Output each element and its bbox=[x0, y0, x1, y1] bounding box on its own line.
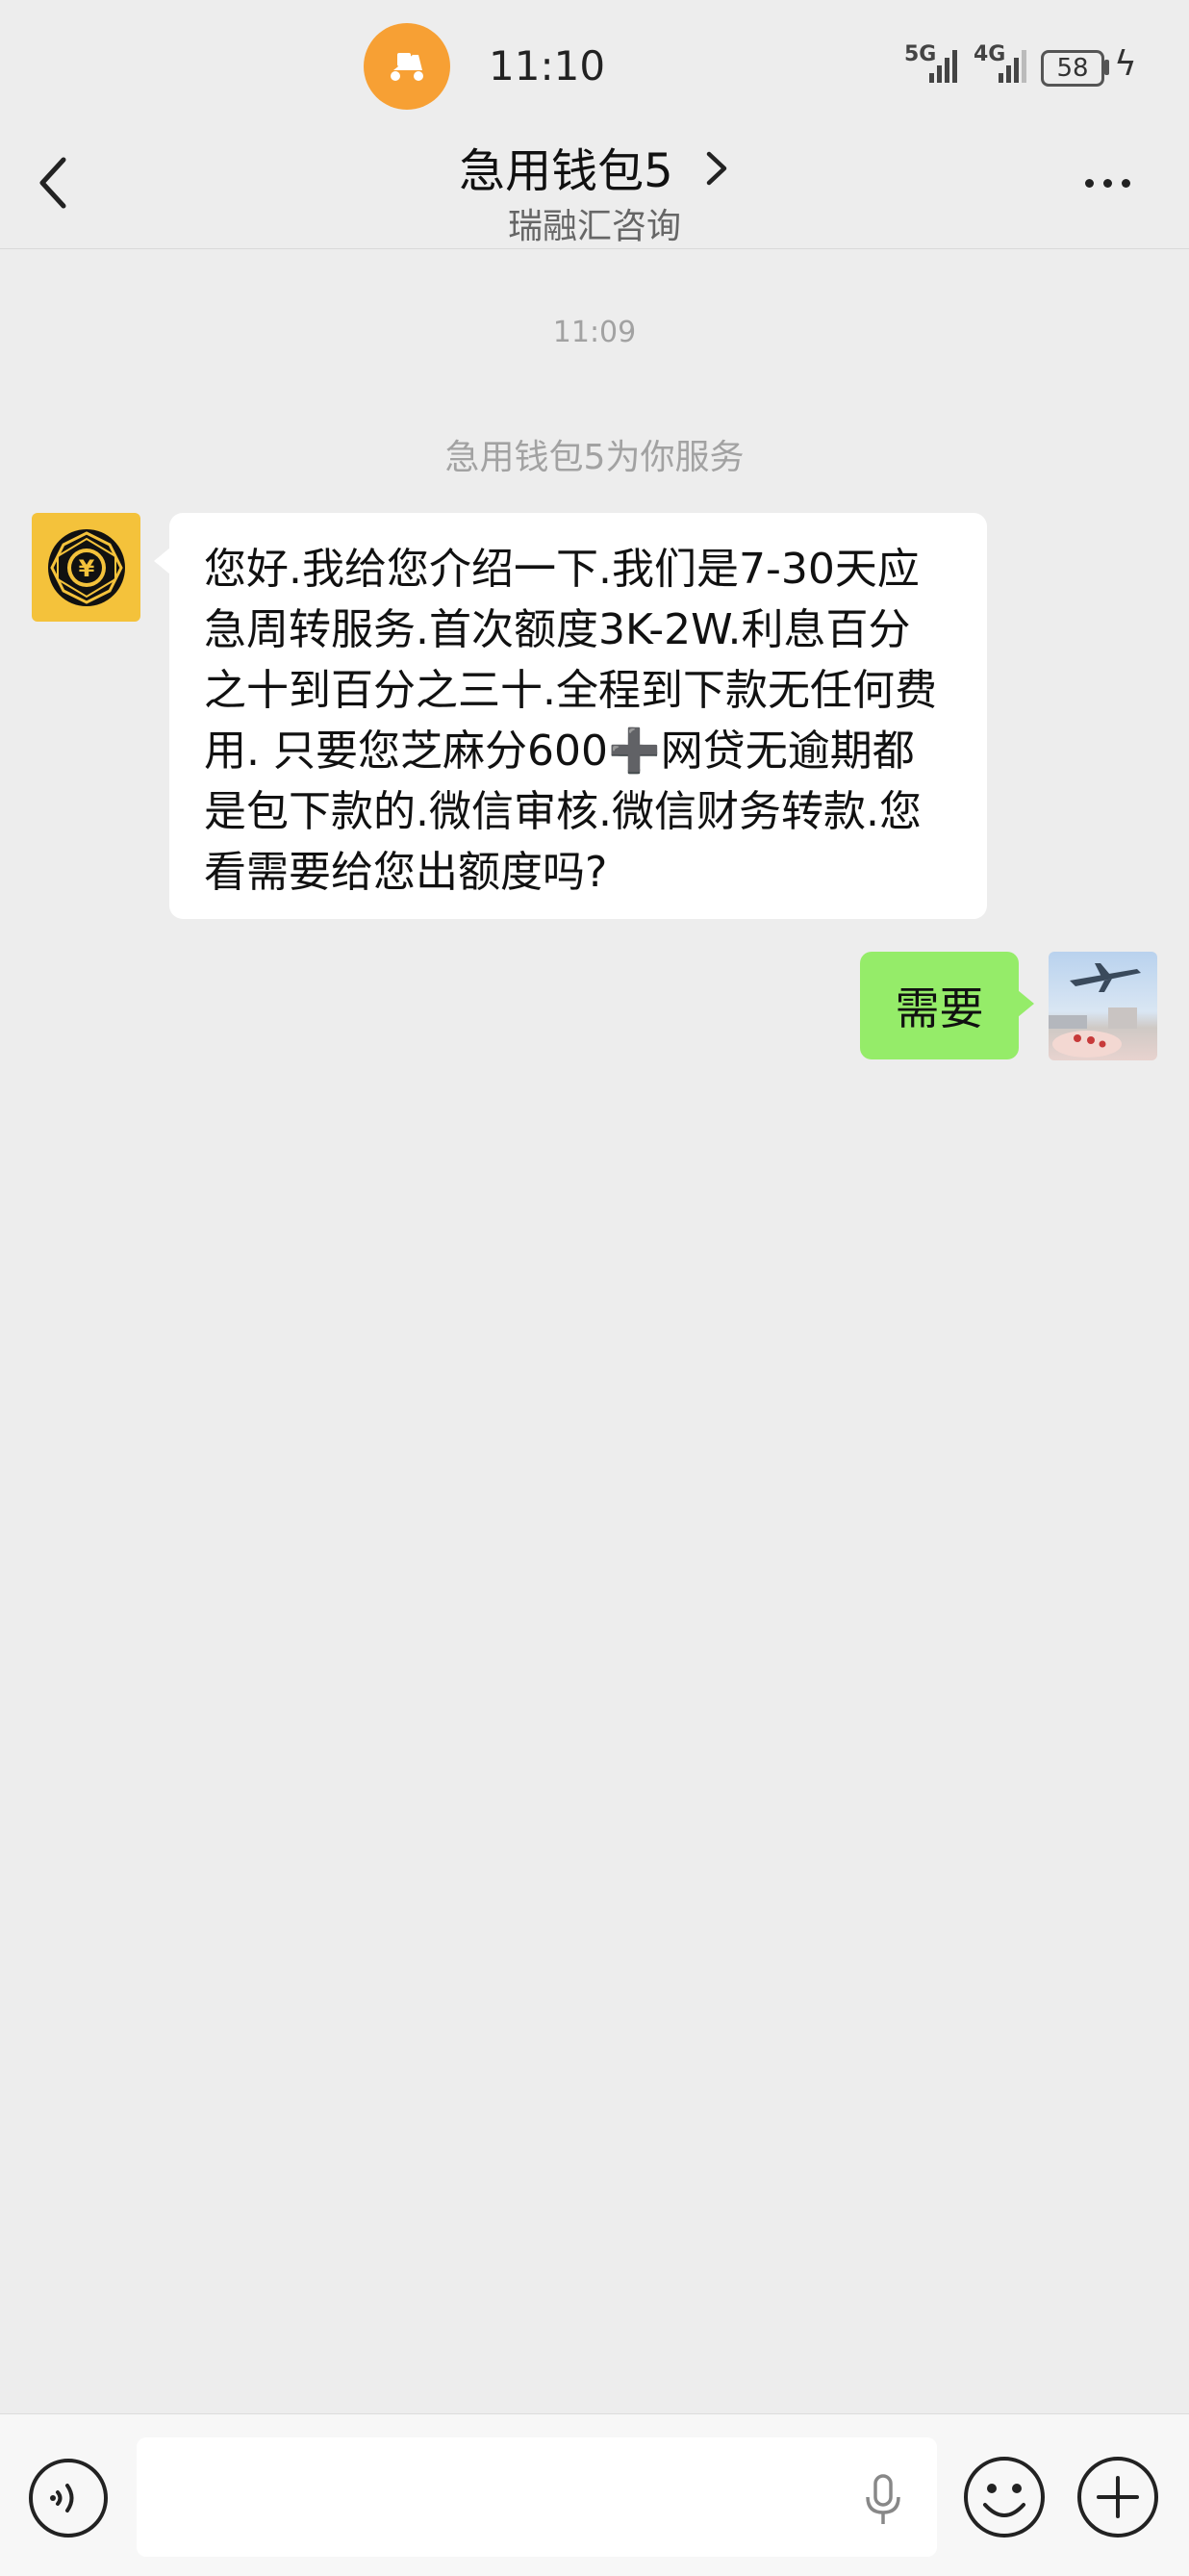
outgoing-message-text: 需要 bbox=[895, 982, 984, 1034]
chat-subtitle: 瑞融汇咨询 bbox=[507, 207, 681, 246]
message-input[interactable] bbox=[137, 2437, 937, 2557]
bot-avatar[interactable]: ¥ bbox=[32, 513, 140, 622]
emoji-icon[interactable] bbox=[962, 2455, 1047, 2539]
incoming-message-text: 您好.我给您介绍一下.我们是7-30天应急周转服务.首次额度3K-2W.利息百分… bbox=[204, 545, 937, 897]
yuan-coin-logo-icon: ¥ bbox=[47, 528, 125, 606]
battery-cap bbox=[1104, 60, 1109, 75]
user-avatar[interactable] bbox=[1049, 952, 1157, 1060]
more-dots-icon[interactable] bbox=[1085, 173, 1140, 191]
status-bar: 11:10 5G 4G 58 ϟ bbox=[0, 0, 1189, 135]
voice-mode-icon[interactable] bbox=[27, 2457, 110, 2539]
scooter-icon bbox=[364, 23, 450, 110]
outgoing-message-bubble[interactable]: 需要 bbox=[860, 952, 1034, 1059]
signal-icon bbox=[929, 50, 957, 83]
microphone-icon[interactable] bbox=[864, 2474, 902, 2526]
battery-level: 58 bbox=[1041, 50, 1104, 87]
incoming-message-bubble[interactable]: 您好.我给您介绍一下.我们是7-30天应急周转服务.首次额度3K-2W.利息百分… bbox=[154, 513, 987, 919]
plus-icon[interactable] bbox=[1075, 2455, 1160, 2539]
system-message: 急用钱包5为你服务 bbox=[444, 438, 745, 477]
airplane-photo-avatar bbox=[1049, 963, 1141, 1058]
signal-icon-2 bbox=[999, 50, 1026, 83]
clock-time: 11:10 bbox=[489, 42, 606, 89]
message-timestamp: 11:09 bbox=[552, 316, 637, 349]
chat-title-text: 急用钱包5 bbox=[459, 144, 673, 198]
svg-text:¥: ¥ bbox=[78, 555, 94, 582]
chat-title[interactable]: 急用钱包5 bbox=[0, 133, 1189, 200]
input-bar bbox=[0, 2413, 1189, 2576]
chat-header: 急用钱包5 瑞融汇咨询 bbox=[0, 125, 1189, 249]
chevron-right-icon bbox=[706, 151, 727, 186]
charging-bolt-icon: ϟ bbox=[1114, 44, 1137, 84]
